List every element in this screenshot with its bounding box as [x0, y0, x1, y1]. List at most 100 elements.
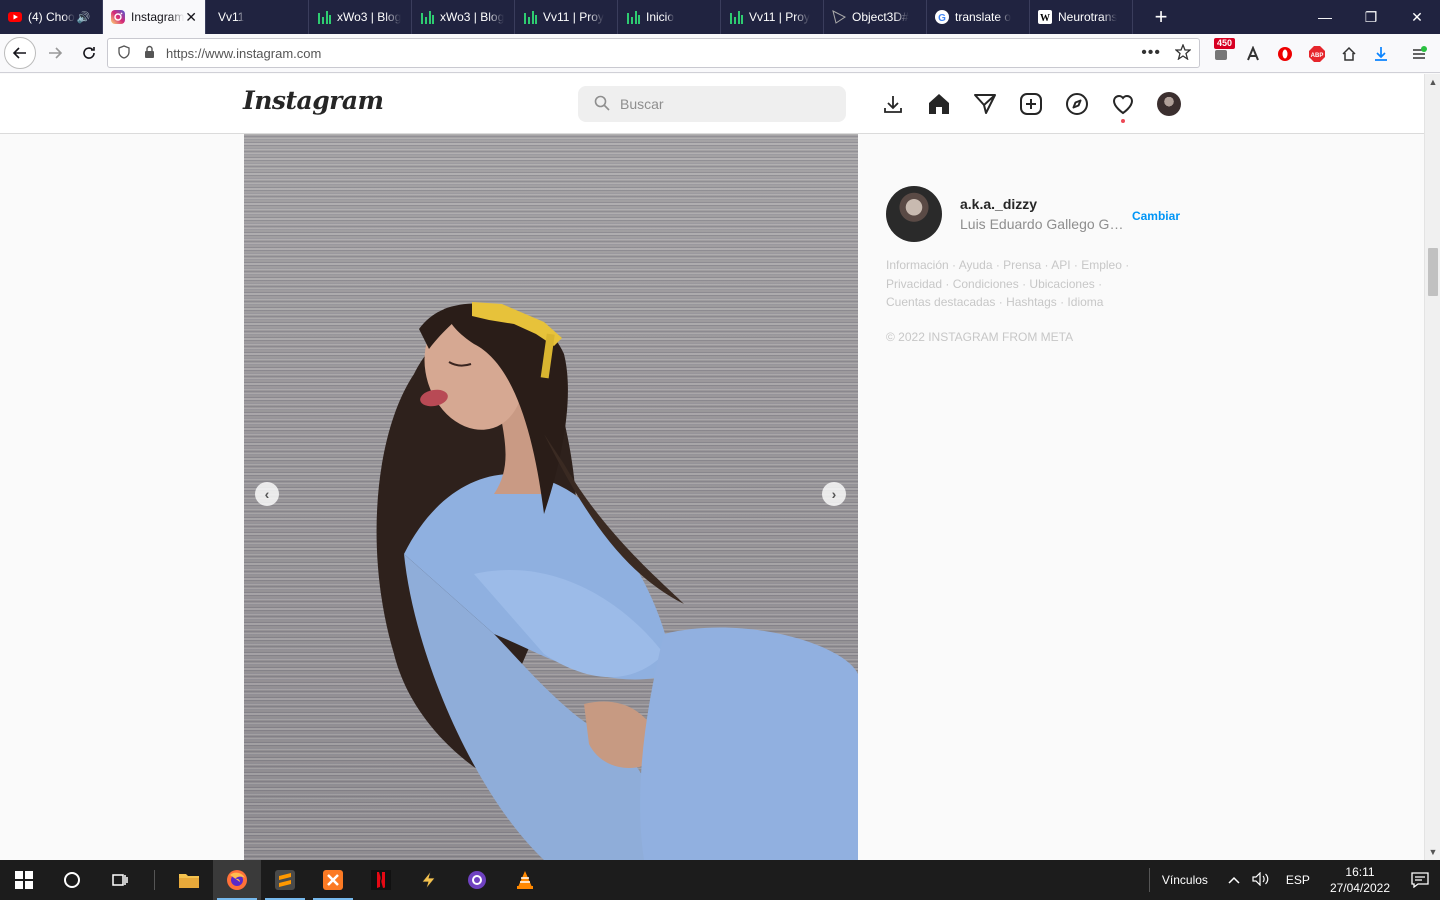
windows-logo-icon	[15, 871, 33, 889]
new-post-icon[interactable]	[1018, 91, 1044, 117]
profile-avatar[interactable]	[886, 186, 942, 242]
clock[interactable]: 16:11 27/04/2022	[1330, 864, 1390, 896]
browser-tab[interactable]: G translate o	[927, 0, 1030, 34]
menu-icon[interactable]	[1403, 40, 1435, 68]
close-tab-icon[interactable]: ✕	[185, 9, 197, 26]
tab-label: Object3D#	[852, 10, 909, 24]
firefox-icon	[227, 870, 247, 890]
close-window-icon[interactable]: ✕	[1394, 0, 1440, 34]
taskbar-divider	[154, 870, 155, 890]
lock-icon[interactable]	[144, 45, 156, 61]
search-button[interactable]	[48, 860, 96, 900]
browser-tab[interactable]: xWo3 | Blog	[309, 0, 412, 34]
notifications-icon[interactable]	[1400, 872, 1440, 888]
sidebar: a.k.a._dizzy Luis Eduardo Gallego Gar...…	[886, 186, 1180, 344]
page-scrollbar[interactable]: ▲ ▼	[1424, 74, 1440, 860]
page-actions-icon[interactable]: •••	[1141, 44, 1161, 62]
activity-heart-icon[interactable]	[1110, 91, 1136, 123]
url-text[interactable]: https://www.instagram.com	[166, 46, 321, 61]
github-desktop-button[interactable]	[453, 860, 501, 900]
tab-label: Vv11 | Proy	[543, 10, 604, 24]
svg-text:W: W	[1040, 13, 1050, 24]
windows-taskbar: Vínculos ESP 16:11 27/04/2022	[0, 860, 1440, 900]
switch-account-link[interactable]: Cambiar	[1132, 209, 1180, 223]
browser-navbar: https://www.instagram.com ••• 450 ABP	[0, 34, 1440, 73]
minimize-icon[interactable]: —	[1302, 0, 1348, 34]
chart-icon	[317, 10, 331, 24]
youtube-icon	[8, 10, 22, 24]
chart-icon	[729, 10, 743, 24]
xampp-button[interactable]	[309, 860, 357, 900]
sublime-icon	[275, 870, 295, 890]
bookmark-star-icon[interactable]	[1174, 42, 1192, 63]
instagram-logo[interactable]: Instagram	[243, 86, 384, 115]
search-input[interactable]: Buscar	[578, 86, 846, 122]
new-tab-button[interactable]: +	[1143, 0, 1179, 34]
url-bar[interactable]: https://www.instagram.com •••	[107, 38, 1200, 68]
volume-icon[interactable]	[1252, 871, 1270, 889]
tab-label: Vv11 | Proy	[749, 10, 810, 24]
netflix-button[interactable]	[357, 860, 405, 900]
profile-avatar-button[interactable]	[1156, 91, 1182, 117]
opera-extension-icon[interactable]	[1269, 40, 1301, 68]
tool-extension-icon[interactable]	[1237, 40, 1269, 68]
profile-row: a.k.a._dizzy Luis Eduardo Gallego Gar...…	[886, 186, 1180, 242]
chevron-up-icon[interactable]	[1228, 873, 1240, 887]
browser-tab[interactable]: (4) Choo 🔊	[0, 0, 103, 34]
tab-label: xWo3 | Blog	[337, 10, 402, 24]
notification-dot	[1121, 119, 1125, 123]
browser-tab[interactable]: xWo3 | Blog	[412, 0, 515, 34]
reload-button[interactable]	[74, 38, 104, 68]
browser-tab[interactable]: W Neurotrans	[1030, 0, 1133, 34]
footer-links-line[interactable]: Privacidad · Condiciones · Ubicaciones ·	[886, 275, 1180, 294]
tab-label: Neurotrans	[1058, 10, 1118, 24]
xampp-icon	[323, 870, 343, 890]
home-icon[interactable]	[926, 91, 952, 117]
tab-label: translate o	[955, 10, 1012, 24]
back-button[interactable]	[4, 37, 36, 69]
footer-links-line[interactable]: Cuentas destacadas · Hashtags · Idioma	[886, 293, 1180, 312]
footer-links-line[interactable]: Información · Ayuda · Prensa · API · Emp…	[886, 256, 1180, 275]
firefox-button[interactable]	[213, 860, 261, 900]
profile-fullname: Luis Eduardo Gallego Gar...	[960, 216, 1130, 232]
scroll-up-icon[interactable]: ▲	[1425, 74, 1440, 90]
downloads-icon[interactable]	[1365, 40, 1397, 68]
browser-tab[interactable]: Inicio	[618, 0, 721, 34]
forward-button[interactable]	[40, 38, 70, 68]
language-indicator[interactable]: ESP	[1286, 873, 1310, 887]
sublime-text-button[interactable]	[261, 860, 309, 900]
browser-tab[interactable]: Object3D#	[824, 0, 927, 34]
instagram-icon	[111, 10, 125, 24]
browser-tab[interactable]: Vv11 | Proy	[721, 0, 824, 34]
tab-label: xWo3 | Blog	[440, 10, 505, 24]
direct-message-icon[interactable]	[972, 91, 998, 117]
tab-label: Vv11	[218, 10, 245, 24]
home-icon[interactable]	[1333, 40, 1365, 68]
lightning-icon	[421, 870, 436, 890]
browser-tab-active[interactable]: Instagram ✕	[103, 0, 206, 34]
shield-icon[interactable]	[118, 44, 132, 62]
download-icon[interactable]	[880, 91, 906, 117]
task-view-button[interactable]	[96, 860, 144, 900]
scrollbar-thumb[interactable]	[1428, 248, 1438, 296]
extension-icon[interactable]: 450	[1205, 38, 1237, 68]
speaker-icon[interactable]: 🔊	[77, 11, 91, 24]
links-toolbar-label[interactable]: Vínculos	[1162, 873, 1208, 887]
browser-tab[interactable]: Vv11	[206, 0, 309, 34]
winamp-button[interactable]	[405, 860, 453, 900]
profile-username[interactable]: a.k.a._dizzy	[960, 196, 1130, 212]
vlc-button[interactable]	[501, 860, 549, 900]
carousel-prev-button[interactable]: ‹	[255, 482, 279, 506]
post-photo[interactable]: ‹ ›	[244, 134, 858, 860]
instagram-nav	[880, 91, 1182, 123]
start-button[interactable]	[0, 860, 48, 900]
adblock-icon[interactable]: ABP	[1301, 40, 1333, 68]
browser-tab[interactable]: Vv11 | Proy	[515, 0, 618, 34]
restore-icon[interactable]: ❐	[1348, 0, 1394, 34]
scroll-down-icon[interactable]: ▼	[1425, 844, 1440, 860]
explore-compass-icon[interactable]	[1064, 91, 1090, 117]
github-icon	[468, 871, 486, 889]
carousel-next-button[interactable]: ›	[822, 482, 846, 506]
file-explorer-button[interactable]	[165, 860, 213, 900]
cortana-circle-icon	[64, 872, 80, 888]
